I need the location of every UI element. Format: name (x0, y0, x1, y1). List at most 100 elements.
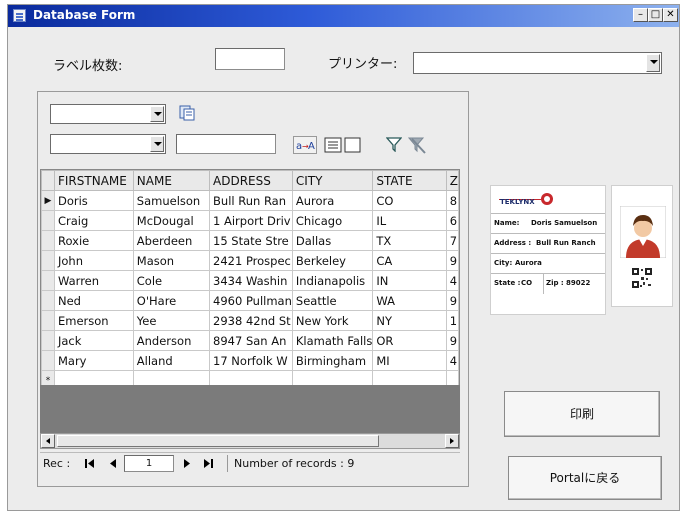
chevron-down-icon[interactable] (150, 136, 164, 152)
table-cell[interactable]: New York (291, 310, 374, 331)
record-selector[interactable] (41, 290, 55, 311)
table-row[interactable]: Roxie Aberdeen 15 State Stre Dallas TX 7 (41, 230, 459, 251)
table-cell[interactable]: IN (372, 270, 447, 291)
first-record-icon[interactable] (84, 458, 96, 469)
label-count-input[interactable] (215, 48, 285, 70)
database-query-icon[interactable] (178, 104, 196, 122)
chevron-down-icon[interactable] (646, 54, 660, 72)
filter-text-input[interactable] (176, 134, 276, 154)
table-row[interactable]: Warren Cole 3434 Washin Indianapolis IN 4 (41, 270, 459, 291)
table-cell[interactable]: CA (372, 250, 447, 271)
table-cell[interactable]: Doris (53, 190, 134, 211)
table-cell[interactable]: CO (372, 190, 447, 211)
table-cell[interactable]: 3434 Washin (209, 270, 293, 291)
table-cell[interactable]: 2421 Prospec (209, 250, 293, 271)
table-cell[interactable]: Klamath Falls (291, 330, 374, 351)
return-to-portal-button[interactable]: Portalに戻る (508, 456, 662, 500)
table-cell[interactable]: Anderson (132, 330, 211, 351)
table-cell[interactable]: Birmingham (291, 350, 374, 371)
table-cell[interactable]: Emerson (53, 310, 134, 331)
table-cell[interactable]: 9 (445, 290, 459, 311)
table-row[interactable]: John Mason 2421 Prospec Berkeley CA 9 (41, 250, 459, 271)
table-row[interactable]: Mary Alland 17 Norfolk W Birmingham MI 4 (41, 350, 459, 371)
scrollbar-thumb[interactable] (57, 435, 379, 447)
next-record-icon[interactable] (182, 458, 192, 469)
column-header[interactable]: ADDRESS (209, 170, 293, 191)
table-cell[interactable]: Bull Run Ran (209, 190, 293, 211)
table-row[interactable]: Emerson Yee 2938 42nd St New York NY 1 (41, 310, 459, 331)
record-selector[interactable] (41, 250, 55, 271)
table-cell[interactable]: Berkeley (291, 250, 374, 271)
table-cell[interactable]: 4960 Pullman (209, 290, 293, 311)
table-cell[interactable]: Jack (53, 330, 134, 351)
column-header[interactable]: NAME (132, 170, 211, 191)
table-cell[interactable]: 9 (445, 330, 459, 351)
table-cell[interactable]: 6 (445, 210, 459, 231)
table-cell[interactable]: Roxie (53, 230, 134, 251)
column-header[interactable]: STATE (372, 170, 447, 191)
table-cell[interactable]: Yee (132, 310, 211, 331)
table-cell[interactable]: Chicago (291, 210, 374, 231)
find-replace-icon[interactable]: a → A (293, 136, 317, 154)
column-header[interactable]: CITY (291, 170, 374, 191)
table-cell[interactable]: 15 State Stre (209, 230, 293, 251)
record-selector[interactable] (41, 310, 55, 331)
table-cell[interactable]: Cole (132, 270, 211, 291)
printer-select[interactable] (413, 52, 662, 74)
current-record-input[interactable]: 1 (124, 455, 174, 472)
record-selector[interactable] (41, 270, 55, 291)
select-all-corner[interactable] (41, 170, 55, 191)
record-selector[interactable] (41, 330, 55, 351)
filter-icon[interactable] (386, 136, 402, 152)
table-cell[interactable]: Samuelson (132, 190, 211, 211)
table-cell[interactable]: OR (372, 330, 447, 351)
record-selector[interactable] (41, 210, 55, 231)
horizontal-scrollbar[interactable] (40, 433, 460, 449)
column-header[interactable]: FIRSTNAME (53, 170, 134, 191)
previous-record-icon[interactable] (108, 458, 118, 469)
table-cell[interactable]: Mary (53, 350, 134, 371)
table-cell[interactable]: 8 (445, 190, 459, 211)
table-cell[interactable]: 2938 42nd St (209, 310, 293, 331)
table-cell[interactable]: Warren (53, 270, 134, 291)
filter-operator-select[interactable] (50, 134, 166, 154)
table-cell[interactable]: Aberdeen (132, 230, 211, 251)
record-selector[interactable]: ▶ (41, 190, 55, 211)
table-cell[interactable]: Seattle (291, 290, 374, 311)
table-row[interactable]: Craig McDougal 1 Airport Driv Chicago IL 6 (41, 210, 459, 231)
table-cell[interactable]: 1 Airport Driv (209, 210, 293, 231)
record-selector[interactable] (41, 230, 55, 251)
remove-filter-icon[interactable] (408, 136, 426, 154)
filter-field-select[interactable] (50, 104, 166, 124)
print-button[interactable]: 印刷 (504, 391, 660, 437)
table-cell[interactable]: 4 (445, 350, 459, 371)
table-cell[interactable]: 1 (445, 310, 459, 331)
list-view-icon[interactable] (324, 137, 362, 153)
table-cell[interactable]: MI (372, 350, 447, 371)
table-row[interactable]: Ned O'Hare 4960 Pullman Seattle WA 9 (41, 290, 459, 311)
scroll-left-button[interactable] (41, 434, 55, 448)
table-cell[interactable]: 7 (445, 230, 459, 251)
table-cell[interactable]: Aurora (291, 190, 374, 211)
table-cell[interactable]: Dallas (291, 230, 374, 251)
table-row[interactable]: Jack Anderson 8947 San An Klamath Falls OR 9 (41, 330, 459, 351)
table-cell[interactable]: McDougal (132, 210, 211, 231)
table-cell[interactable]: O'Hare (132, 290, 211, 311)
table-cell[interactable]: Indianapolis (291, 270, 374, 291)
maximize-button[interactable]: □ (648, 8, 663, 22)
table-cell[interactable]: John (53, 250, 134, 271)
close-button[interactable]: ✕ (663, 8, 678, 22)
table-cell[interactable]: Alland (132, 350, 211, 371)
table-cell[interactable]: Craig (53, 210, 134, 231)
table-cell[interactable]: 17 Norfolk W (209, 350, 293, 371)
table-cell[interactable]: 9 (445, 250, 459, 271)
record-selector[interactable] (41, 350, 55, 371)
table-cell[interactable]: Mason (132, 250, 211, 271)
table-cell[interactable]: IL (372, 210, 447, 231)
column-header[interactable]: Z (445, 170, 459, 191)
table-cell[interactable]: 8947 San An (209, 330, 293, 351)
table-cell[interactable]: Ned (53, 290, 134, 311)
table-cell[interactable]: TX (372, 230, 447, 251)
table-cell[interactable]: NY (372, 310, 447, 331)
table-row[interactable]: ▶ Doris Samuelson Bull Run Ran Aurora CO 8 (41, 190, 459, 211)
